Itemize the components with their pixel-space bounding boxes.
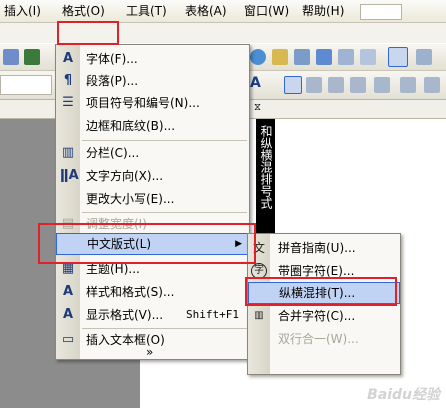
submenu-arrow-icon: ▶ [235, 239, 242, 249]
enclosed-character-icon: 字 [251, 263, 267, 279]
font-icon: A [62, 51, 74, 66]
menu-tools[interactable]: 工具(T) [126, 3, 167, 19]
menu-bar: 插入(I) 格式(O) 工具(T) 表格(A) 窗口(W) 帮助(H) [0, 0, 446, 23]
columns-icon[interactable] [294, 49, 310, 65]
read-mode-icon[interactable] [388, 47, 408, 67]
menu-item-change-case[interactable]: 更改大小写(E)... [56, 188, 249, 210]
spelling-icon[interactable] [24, 49, 40, 65]
menu-item-columns[interactable]: ▥ 分栏(C)... [56, 142, 249, 164]
paragraph-icon: ¶ [63, 73, 73, 88]
menu-item-borders-shading[interactable]: 边框和底纹(B)... [56, 115, 249, 137]
columns-icon: ▥ [61, 145, 75, 160]
insert-table-icon[interactable] [272, 49, 288, 65]
text-direction-icon: ǁA [60, 168, 79, 183]
numbering-icon[interactable] [400, 77, 416, 93]
reveal-formatting-icon: A [62, 307, 74, 322]
theme-icon: ▦ [61, 261, 75, 276]
format-menu: A 字体(F)... ¶ 段落(P)... ☰ 项目符号和编号(N)... 边框… [55, 44, 250, 360]
phonetic-guide-icon: 文 [252, 241, 265, 255]
expand-menu-icon[interactable]: » [146, 345, 153, 359]
search-icon[interactable] [3, 49, 19, 65]
align-right-icon[interactable] [328, 77, 344, 93]
textbox-icon: ▭ [61, 332, 75, 347]
menu-item-chinese-layout[interactable]: 中文版式(L) ▶ [56, 233, 249, 255]
chinese-layout-submenu: 文 拼音指南(U)... 字 带圈字符(E)... 纵横混排(T)... ▥ 合… [247, 233, 401, 375]
menu-item-font[interactable]: A 字体(F)... [56, 48, 249, 70]
fit-width-icon: ▤ [61, 216, 75, 231]
show-hide-icon[interactable] [360, 49, 376, 65]
menu-item-fit-width: ▤ 调整宽度(I) [61, 216, 147, 231]
menu-item-bullets-numbering[interactable]: ☰ 项目符号和编号(N)... [56, 92, 249, 114]
ruler-indent-marker[interactable]: ⧖ [254, 102, 261, 113]
menu-item-horizontal-in-vertical[interactable]: 纵横混排(T)... [248, 282, 400, 304]
menu-separator [82, 140, 247, 141]
menu-format[interactable]: 格式(O) [62, 3, 105, 19]
menu-item-combine-characters[interactable]: ▥ 合并字符(C)... [248, 305, 400, 327]
watermark: Baidu经验 [367, 387, 440, 403]
line-spacing-icon[interactable] [374, 77, 390, 93]
style-dropdown[interactable] [0, 75, 52, 95]
menu-item-paragraph[interactable]: ¶ 段落(P)... [56, 70, 249, 92]
menu-table[interactable]: 表格(A) [185, 3, 227, 19]
drawing-icon[interactable] [316, 49, 332, 65]
menu-item-phonetic-guide[interactable]: 文 拼音指南(U)... [248, 237, 400, 259]
justify-icon[interactable] [350, 77, 366, 93]
menu-item-theme[interactable]: ▦ 主题(H)... [56, 258, 249, 280]
document-map-icon[interactable] [338, 49, 354, 65]
menu-item-text-direction[interactable]: ǁA 文字方向(X)... [56, 165, 249, 187]
globe-icon[interactable] [250, 49, 266, 65]
menu-window[interactable]: 窗口(W) [244, 3, 289, 19]
menu-item-reveal-formatting[interactable]: A 显示格式(V)... Shift+F1 [56, 304, 249, 326]
ask-question-box[interactable] [360, 4, 402, 20]
menu-item-styles-formatting[interactable]: A 样式和格式(S)... [56, 281, 249, 303]
bullets-icon[interactable] [424, 77, 440, 93]
highlight-text-icon[interactable]: A [250, 75, 261, 91]
align-center-icon[interactable] [306, 77, 322, 93]
menu-item-two-lines-in-one: 双行合一(W)... [278, 332, 359, 346]
menu-item-enclosed-characters[interactable]: 字 带圈字符(E)... [248, 260, 400, 282]
styles-icon: A [62, 284, 74, 299]
shortcut-label: Shift+F1 [186, 308, 239, 321]
align-left-icon[interactable] [284, 76, 302, 94]
help-icon[interactable] [416, 49, 432, 65]
combine-characters-icon: ▥ [254, 310, 264, 321]
menu-insert[interactable]: 插入(I) [4, 3, 41, 19]
menu-help[interactable]: 帮助(H) [302, 3, 344, 19]
bullets-numbering-icon: ☰ [62, 95, 74, 110]
toolbar-strip [0, 23, 446, 43]
